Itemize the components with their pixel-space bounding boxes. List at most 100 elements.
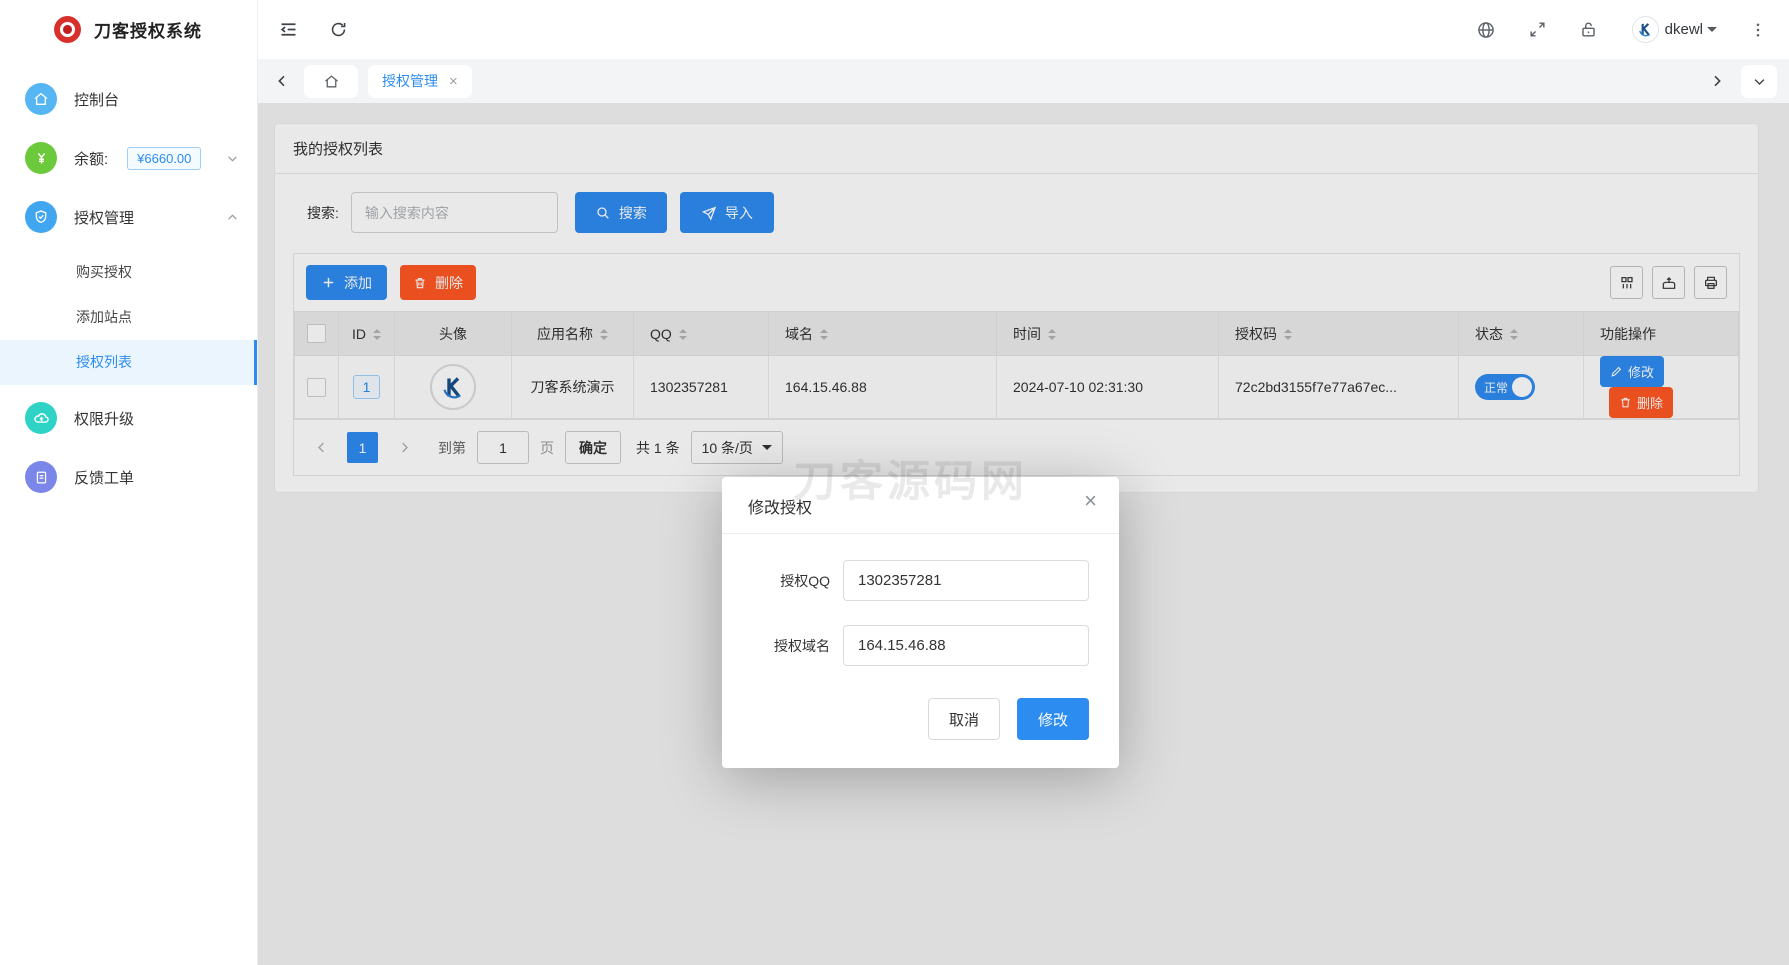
- tab-home[interactable]: [304, 65, 358, 98]
- sidebar-item-auth-management[interactable]: 授权管理: [0, 191, 257, 243]
- table-tools: [1610, 266, 1727, 299]
- column-header-id[interactable]: ID: [339, 312, 395, 356]
- auth-domain-label: 授权域名: [752, 636, 830, 656]
- sidebar-item-buy-auth[interactable]: 购买授权: [0, 250, 257, 295]
- pencil-icon: [1610, 365, 1623, 378]
- cell-qq: 1302357281: [634, 356, 769, 419]
- auth-list-panel: 我的授权列表 搜索: 搜索 导入: [274, 123, 1759, 493]
- sidebar-item-label: 授权管理: [74, 207, 134, 228]
- user-menu[interactable]: dkewl: [1632, 16, 1717, 43]
- close-icon[interactable]: ×: [449, 74, 458, 89]
- tabbar: 授权管理 ×: [258, 59, 1789, 103]
- close-icon[interactable]: ×: [1084, 490, 1097, 512]
- import-button[interactable]: 导入: [680, 192, 774, 233]
- select-all-checkbox[interactable]: [307, 324, 326, 343]
- username: dkewl: [1665, 21, 1703, 38]
- column-header-domain[interactable]: 域名: [769, 312, 997, 356]
- columns-filter-button[interactable]: [1610, 266, 1643, 299]
- column-header-time[interactable]: 时间: [997, 312, 1219, 356]
- sidebar-collapse-icon[interactable]: [278, 19, 299, 40]
- next-page-icon[interactable]: [389, 433, 419, 463]
- column-header-qq[interactable]: QQ: [634, 312, 769, 356]
- search-row: 搜索: 搜索 导入: [275, 174, 1758, 241]
- per-page-select[interactable]: 10 条/页: [691, 431, 783, 464]
- modal-body: 授权QQ 授权域名: [722, 534, 1119, 692]
- auth-qq-input[interactable]: [843, 560, 1089, 601]
- cell-app-name: 刀客系统演示: [512, 356, 634, 419]
- page-number-active[interactable]: 1: [347, 432, 378, 463]
- print-icon: [1703, 275, 1719, 291]
- modal-header: 修改授权 ×: [722, 477, 1119, 534]
- cell-domain: 164.15.46.88: [769, 356, 997, 419]
- chevron-up-icon: [226, 211, 239, 224]
- sidebar-item-dashboard[interactable]: 控制台: [0, 73, 257, 125]
- goto-confirm-button[interactable]: 确定: [565, 431, 621, 464]
- row-edit-button[interactable]: 修改: [1600, 356, 1664, 387]
- auth-qq-label: 授权QQ: [752, 571, 830, 591]
- caret-down-icon: [1707, 27, 1717, 37]
- sidebar-item-auth-list[interactable]: 授权列表: [0, 340, 257, 385]
- form-row-domain: 授权域名: [752, 625, 1089, 666]
- modal-title: 修改授权: [748, 500, 812, 517]
- sidebar-item-add-site[interactable]: 添加站点: [0, 295, 257, 340]
- cell-time: 2024-07-10 02:31:30: [997, 356, 1219, 419]
- tab-label: 授权管理: [382, 71, 438, 91]
- sort-icon[interactable]: [1284, 329, 1292, 340]
- yen-icon: [25, 142, 57, 174]
- tab-options-dropdown[interactable]: [1741, 65, 1777, 98]
- edit-auth-modal: 修改授权 × 授权QQ 授权域名 取消 修改: [722, 477, 1119, 768]
- sidebar-item-balance[interactable]: 余额: ¥6660.00: [0, 132, 257, 184]
- row-avatar: [430, 364, 476, 410]
- tab-scroll-right-icon[interactable]: [1705, 73, 1729, 89]
- delete-button[interactable]: 删除: [400, 265, 476, 300]
- column-header-app-name[interactable]: 应用名称: [512, 312, 634, 356]
- refresh-icon[interactable]: [329, 20, 348, 39]
- content-area: 我的授权列表 搜索: 搜索 导入: [258, 103, 1789, 965]
- row-delete-button[interactable]: 删除: [1609, 387, 1673, 418]
- search-button[interactable]: 搜索: [575, 192, 667, 233]
- total-count: 共 1 条: [636, 438, 680, 458]
- sort-icon[interactable]: [1510, 329, 1518, 340]
- sidebar-item-label: 控制台: [74, 89, 119, 110]
- sort-icon[interactable]: [600, 329, 608, 340]
- prev-page-icon[interactable]: [306, 433, 336, 463]
- trash-icon: [1619, 396, 1632, 409]
- sort-icon[interactable]: [679, 329, 687, 340]
- fullscreen-icon[interactable]: [1528, 20, 1547, 39]
- row-checkbox[interactable]: [307, 378, 326, 397]
- sidebar-item-upgrade[interactable]: 权限升级: [0, 392, 257, 444]
- sidebar-item-feedback[interactable]: 反馈工单: [0, 451, 257, 503]
- search-label: 搜索:: [307, 203, 339, 223]
- sort-icon[interactable]: [1048, 329, 1056, 340]
- cancel-button[interactable]: 取消: [928, 698, 1000, 740]
- more-menu-icon[interactable]: [1749, 21, 1767, 39]
- sort-icon[interactable]: [373, 329, 381, 340]
- sort-icon[interactable]: [820, 329, 828, 340]
- auth-domain-input[interactable]: [843, 625, 1089, 666]
- app-title: 刀客授权系统: [94, 17, 202, 42]
- goto-suffix: 页: [540, 438, 554, 458]
- confirm-edit-button[interactable]: 修改: [1017, 698, 1089, 740]
- status-toggle[interactable]: 正常: [1475, 374, 1535, 400]
- document-icon: [25, 461, 57, 493]
- panel-title: 我的授权列表: [275, 124, 1758, 174]
- add-button[interactable]: 添加: [306, 265, 387, 300]
- cell-auth-code: 72c2bd3155f7e77a67ec...: [1219, 356, 1459, 419]
- sidebar-menu: 控制台 余额: ¥6660.00 授权管理: [0, 59, 257, 510]
- export-button[interactable]: [1652, 266, 1685, 299]
- search-input[interactable]: [351, 192, 558, 233]
- trash-icon: [413, 276, 427, 290]
- tab-scroll-left-icon[interactable]: [270, 73, 294, 89]
- plus-icon: [321, 275, 336, 290]
- pagination: 1 到第 页 确定 共 1 条 10 条/页: [294, 419, 1739, 475]
- lock-icon[interactable]: [1579, 20, 1598, 39]
- column-header-auth-code[interactable]: 授权码: [1219, 312, 1459, 356]
- columns-icon: [1619, 275, 1635, 291]
- column-header-status[interactable]: 状态: [1459, 312, 1584, 356]
- tab-auth-management[interactable]: 授权管理 ×: [368, 65, 472, 98]
- cloud-up-icon: [25, 402, 57, 434]
- language-globe-icon[interactable]: [1476, 20, 1496, 40]
- sidebar-item-label: 反馈工单: [74, 467, 134, 488]
- goto-page-input[interactable]: [477, 431, 529, 464]
- print-button[interactable]: [1694, 266, 1727, 299]
